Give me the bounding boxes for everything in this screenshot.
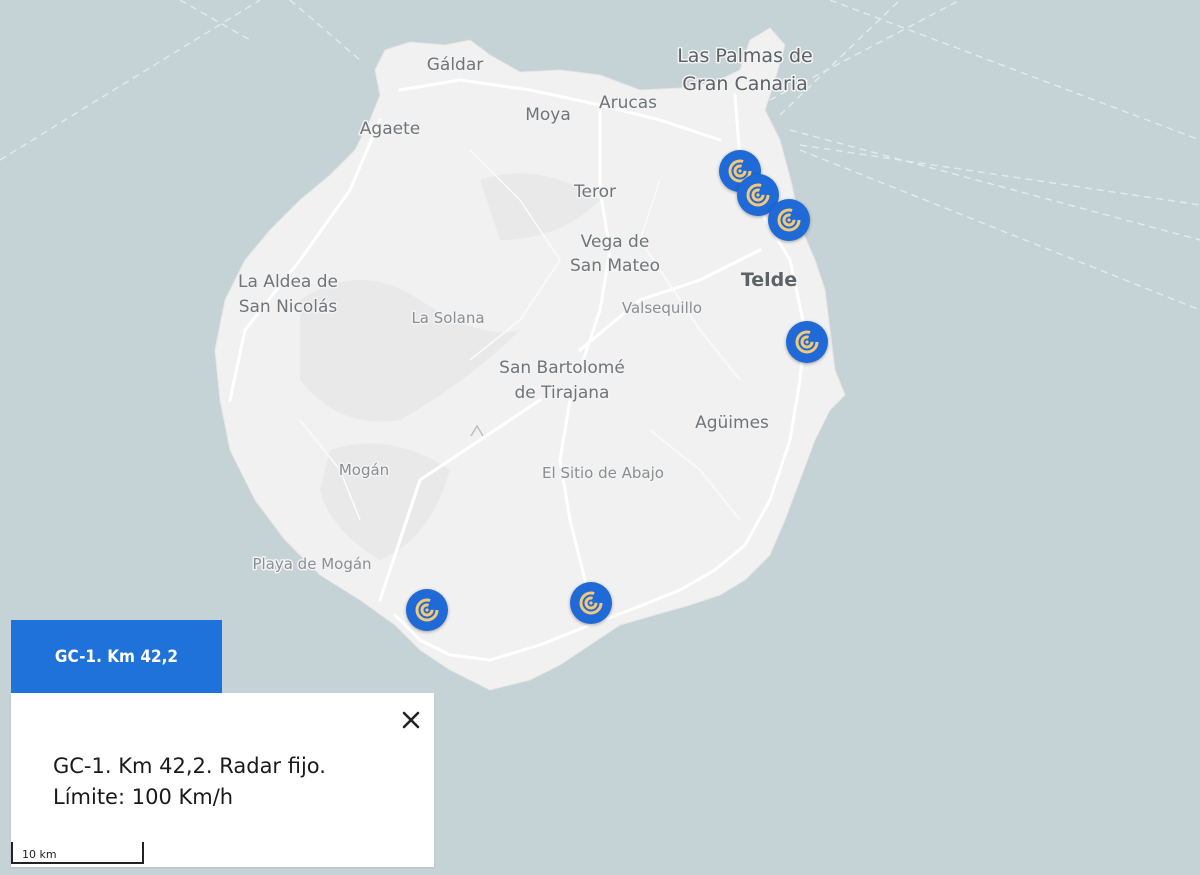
radar-marker[interactable] — [570, 582, 612, 624]
label-las-palmas-line2: Gran Canaria — [682, 73, 808, 95]
label-aldea-line2: San Nicolás — [239, 297, 338, 317]
label-playa-de-mogan: Playa de Mogán — [252, 555, 371, 573]
radar-info-popup: GC-1. Km 42,2. Radar fijo. Límite: 100 K… — [11, 693, 434, 867]
label-telde: Telde — [741, 269, 797, 291]
label-moya: Moya — [525, 105, 571, 125]
label-aldea-line1: La Aldea de — [238, 272, 338, 292]
label-arucas: Arucas — [599, 93, 657, 113]
scale-label: 10 km — [22, 848, 57, 861]
popup-title-tab: GC-1. Km 42,2 — [11, 620, 222, 693]
label-valsequillo: Valsequillo — [622, 299, 702, 317]
radar-target-icon — [579, 591, 603, 615]
label-teror: Teror — [573, 182, 616, 202]
label-aguimes: Agüimes — [695, 413, 769, 433]
radar-target-icon — [746, 183, 770, 207]
radar-target-icon — [777, 208, 801, 232]
label-las-palmas-line1: Las Palmas de — [677, 45, 813, 67]
popup-title: GC-1. Km 42,2 — [54, 646, 179, 667]
radar-marker[interactable] — [786, 321, 828, 363]
popup-description: GC-1. Km 42,2. Radar fijo. Límite: 100 K… — [53, 751, 413, 813]
popup-line-limit: Límite: 100 Km/h — [53, 785, 234, 809]
label-mogan: Mogán — [339, 461, 389, 479]
radar-marker[interactable] — [406, 589, 448, 631]
label-agaete: Agaete — [360, 119, 420, 139]
popup-line-location: GC-1. Km 42,2. Radar fijo. — [53, 754, 326, 778]
radar-marker[interactable] — [768, 199, 810, 241]
label-la-solana: La Solana — [411, 309, 484, 327]
label-san-bartolome-line2: de Tirajana — [515, 383, 610, 403]
radar-target-icon — [415, 598, 439, 622]
radar-target-icon — [795, 330, 819, 354]
close-icon[interactable] — [400, 709, 422, 731]
label-galdar: Gáldar — [427, 55, 484, 75]
label-el-sitio-de-abajo: El Sitio de Abajo — [542, 464, 664, 482]
label-vega-line1: Vega de — [581, 232, 650, 252]
scale-bar: 10 km — [11, 842, 144, 864]
label-san-bartolome-line1: San Bartolomé — [499, 358, 625, 378]
label-vega-line2: San Mateo — [570, 256, 660, 276]
